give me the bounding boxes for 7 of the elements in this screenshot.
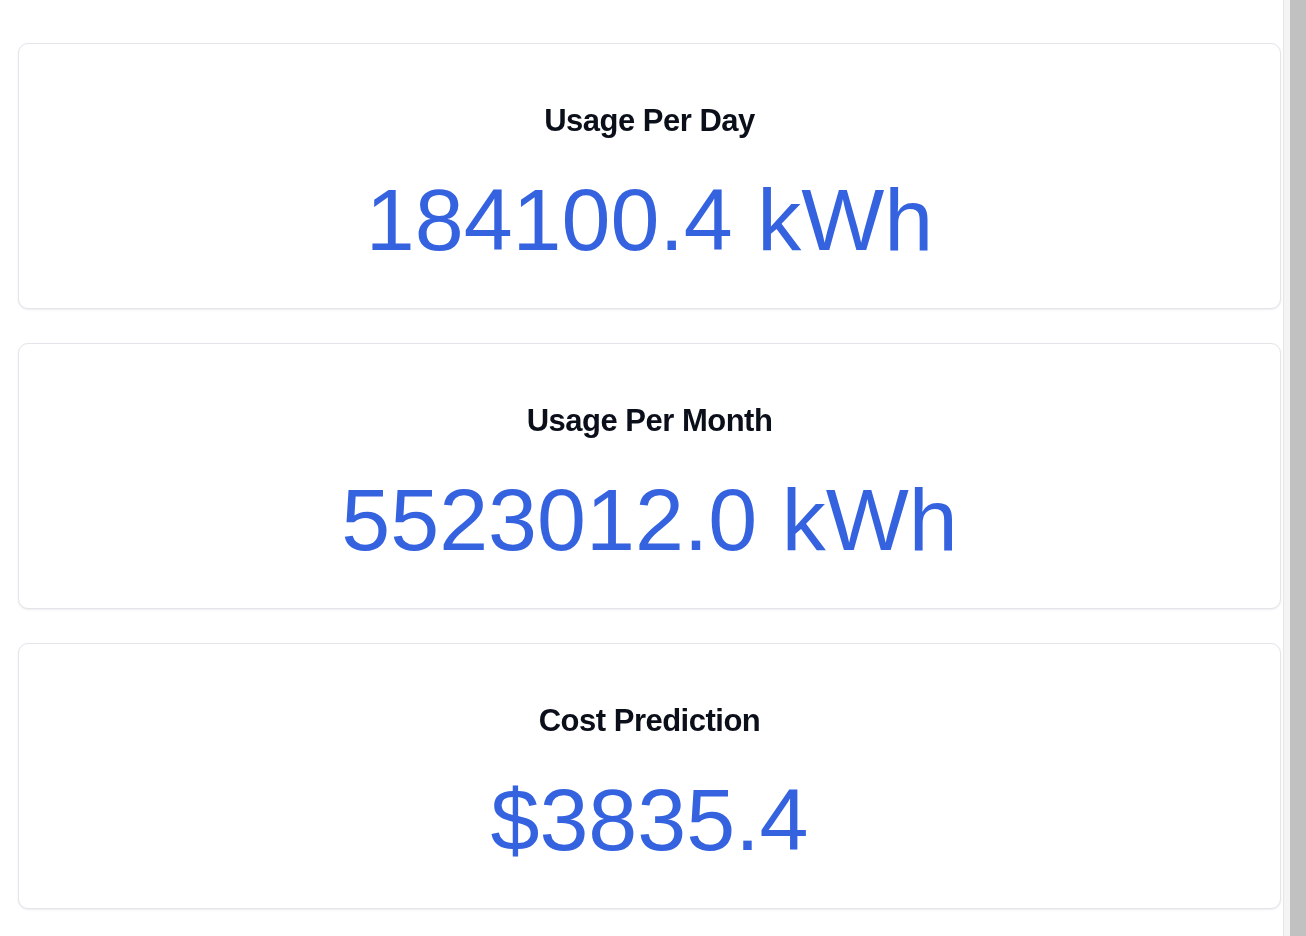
stat-value: 5523012.0 kWh xyxy=(341,470,958,570)
stat-title: Usage Per Month xyxy=(526,402,773,440)
stat-title: Usage Per Day xyxy=(544,102,755,140)
stat-title: Cost Prediction xyxy=(538,702,761,740)
stat-value: $3835.4 xyxy=(490,770,809,870)
stat-value: 184100.4 kWh xyxy=(365,170,934,270)
scrollbar-thumb[interactable] xyxy=(1290,0,1306,936)
